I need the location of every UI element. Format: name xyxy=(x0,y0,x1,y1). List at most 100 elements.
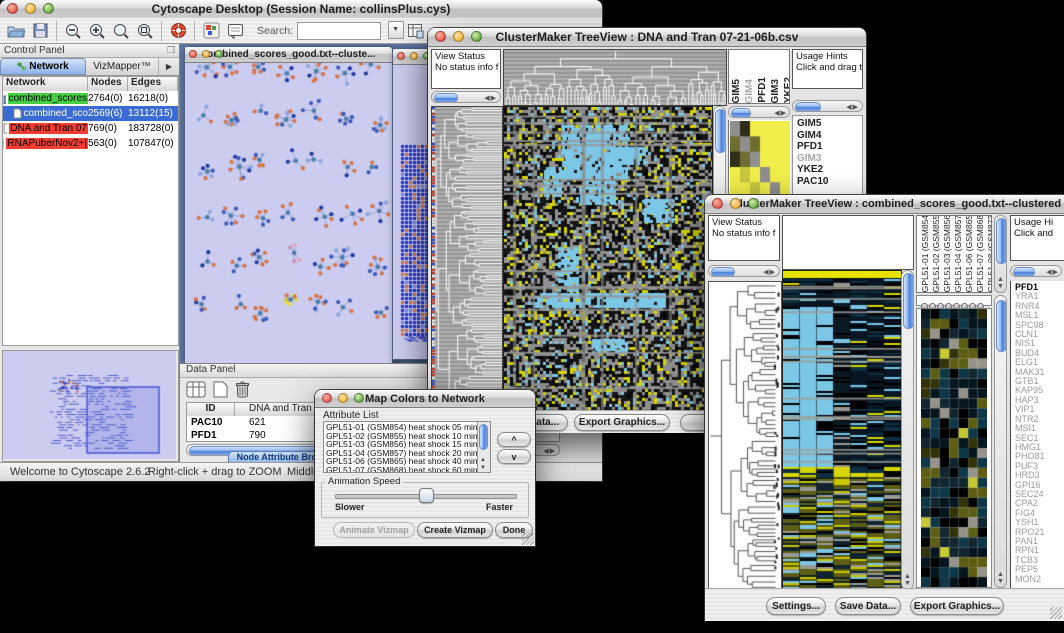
scrollbar-thumb[interactable] xyxy=(731,108,751,118)
table-icon[interactable] xyxy=(186,381,206,398)
network-row-combined-scores[interactable]: combined_scores 2764(0) 16218(0) xyxy=(3,91,178,106)
col-nodes[interactable]: Nodes xyxy=(88,77,128,91)
row-label[interactable]: GIM3 xyxy=(797,153,862,165)
network-view-titlebar[interactable]: combined_scores_good.txt--cluste... xyxy=(185,47,392,63)
row-label[interactable]: PAC10 xyxy=(797,176,862,188)
tab-network[interactable]: Network xyxy=(0,58,86,75)
column-label[interactable]: GPL51-03 (GSM856) xyxy=(942,215,952,292)
zoom-button[interactable] xyxy=(215,50,223,58)
network-row-combined-sco-selected[interactable]: combined_sco 2569(6) 13112(15) xyxy=(3,106,178,121)
zoom-fit-icon[interactable] xyxy=(109,20,133,42)
column-label[interactable]: GPL51-07 (GSM868) xyxy=(975,215,985,292)
scrollbar-thumb[interactable] xyxy=(434,93,458,103)
zoom-button[interactable] xyxy=(471,31,482,42)
tv1-labels-hscrollbar[interactable]: ◀▶ xyxy=(728,106,790,118)
network-row-rnapuber[interactable]: RNAPuberNov2+| 563(0) 107847(0) xyxy=(3,136,178,151)
zoom-out-icon[interactable] xyxy=(61,20,85,42)
trash-icon[interactable] xyxy=(235,381,250,398)
export-graphics-button[interactable]: Export Graphics... xyxy=(910,597,1004,615)
minimize-button[interactable] xyxy=(25,3,36,14)
tv1-hints-hscrollbar[interactable]: ◀▶ xyxy=(792,100,863,112)
close-button[interactable] xyxy=(7,3,18,14)
dialog-titlebar[interactable]: Map Colors to Network xyxy=(315,390,535,408)
minimize-button[interactable] xyxy=(202,50,210,58)
zoom-selected-icon[interactable] xyxy=(133,20,157,42)
tv1-row-dendrogram[interactable] xyxy=(431,106,503,412)
row-label[interactable]: PFD1 xyxy=(797,141,862,153)
column-label[interactable]: GIM5 xyxy=(731,79,742,103)
tv2-row-dendrogram[interactable] xyxy=(708,281,782,590)
attribute-list-item[interactable]: GPL51-07 (GSM868) heat shock 60 min xyxy=(326,466,488,473)
search-dropdown-button[interactable]: ▼ xyxy=(388,21,404,39)
float-panel-icon[interactable]: ❐ xyxy=(167,45,175,56)
save-data-button[interactable]: Save Data... xyxy=(835,597,901,615)
col-id[interactable]: ID xyxy=(187,403,235,416)
close-button[interactable] xyxy=(322,393,332,403)
close-button[interactable] xyxy=(189,50,197,58)
network-canvas[interactable] xyxy=(185,47,390,346)
network-row-dna-tran[interactable]: DNA and Tran 07 769(0) 183728(0) xyxy=(3,121,178,136)
create-vizmap-button[interactable]: Create Vizmap xyxy=(417,522,493,538)
column-label[interactable]: GPL51-06 (GSM865) xyxy=(964,215,974,292)
move-down-button[interactable]: v xyxy=(497,449,531,464)
birdseye-view[interactable] xyxy=(2,350,179,462)
settings-button[interactable]: Settings... xyxy=(766,597,826,615)
column-label[interactable]: GIM3 xyxy=(770,79,781,103)
tv2-zoom-vscrollbar[interactable]: ▲▼ xyxy=(994,295,1007,588)
zoom-button[interactable] xyxy=(748,198,759,209)
scrollbar-thumb[interactable] xyxy=(479,424,488,450)
scrollbar-thumb[interactable] xyxy=(996,300,1007,352)
zoom-in-icon[interactable] xyxy=(85,20,109,42)
minimize-button[interactable] xyxy=(730,198,741,209)
speed-slider-thumb[interactable] xyxy=(419,488,434,503)
tab-overflow-button[interactable]: ▶ xyxy=(158,58,179,75)
scrollbar-thumb[interactable] xyxy=(795,102,821,112)
gene-label[interactable]: MON2 xyxy=(1015,575,1064,584)
tv2-labels-vscrollbar[interactable]: ▲▼ xyxy=(994,215,1007,293)
tv2-heatmap[interactable] xyxy=(782,270,902,590)
search-input[interactable] xyxy=(297,22,381,40)
zoom-button[interactable] xyxy=(43,3,54,14)
scrollbar-thumb[interactable] xyxy=(715,109,726,153)
scrollbar-thumb[interactable] xyxy=(1013,267,1035,277)
close-button[interactable] xyxy=(712,198,723,209)
attribute-list-vscrollbar[interactable]: ▲ ▼ xyxy=(477,422,490,472)
help-lifesaver-icon[interactable] xyxy=(166,20,190,42)
animate-vizmap-button[interactable]: Animate Vizmap xyxy=(333,522,415,538)
save-icon[interactable] xyxy=(28,20,52,42)
tv2-zoom-heatmap[interactable] xyxy=(921,309,987,587)
treeview2-titlebar[interactable]: ClusterMaker TreeView : combined_scores_… xyxy=(705,195,1064,214)
minimize-button[interactable] xyxy=(453,31,464,42)
zoom-button[interactable] xyxy=(354,393,364,403)
tv2-hints-hscrollbar[interactable]: ◀▶ xyxy=(1010,265,1062,277)
minimize-button[interactable] xyxy=(338,393,348,403)
resize-grip[interactable] xyxy=(1050,607,1062,619)
col-network[interactable]: Network xyxy=(3,77,88,91)
resize-grip[interactable] xyxy=(522,533,534,545)
row-label[interactable]: GIM4 xyxy=(797,130,862,142)
tv1-column-dendrogram[interactable] xyxy=(503,49,727,106)
minimize-button[interactable] xyxy=(410,52,418,60)
tab-vizmapper[interactable]: VizMapper™ xyxy=(86,58,158,75)
birdseye-canvas[interactable] xyxy=(3,351,176,459)
tv2-heatmap-vscrollbar[interactable]: ▲▼ xyxy=(901,270,914,590)
attribute-table-icon[interactable] xyxy=(404,20,428,42)
column-label[interactable]: GPL51-01 (GSM854) xyxy=(920,215,930,292)
tv2-status-hscrollbar[interactable]: ◀▶ xyxy=(708,265,780,277)
new-document-icon[interactable] xyxy=(213,381,228,398)
tv2-column-dendrogram[interactable] xyxy=(782,215,914,270)
tv1-heatmap[interactable] xyxy=(503,106,713,412)
column-label[interactable]: GIM4 xyxy=(744,79,755,103)
row-label[interactable]: YKE2 xyxy=(797,164,862,176)
annotation-icon[interactable] xyxy=(223,20,247,42)
column-label[interactable]: GPL51-08 (GSM872) xyxy=(986,215,992,292)
scrollbar-thumb[interactable] xyxy=(711,267,735,277)
vizmap-node-icon[interactable] xyxy=(199,20,223,42)
close-button[interactable] xyxy=(397,52,405,60)
treeview1-titlebar[interactable]: ClusterMaker TreeView : DNA and Tran 07-… xyxy=(428,28,866,47)
col-edges[interactable]: Edges xyxy=(128,77,178,91)
scrollbar-thumb[interactable] xyxy=(996,218,1007,264)
scrollbar-thumb[interactable] xyxy=(903,273,914,329)
column-label[interactable]: YKE2 xyxy=(783,77,790,103)
close-button[interactable] xyxy=(435,31,446,42)
